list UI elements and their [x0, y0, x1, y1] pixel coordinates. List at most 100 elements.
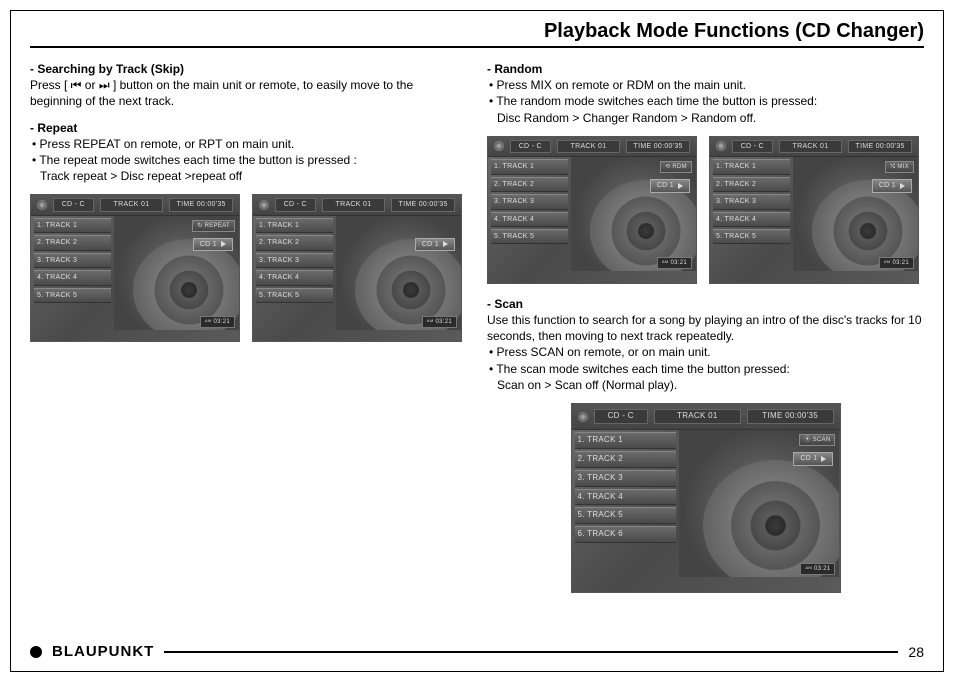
track-row: 1. TRACK 1: [34, 218, 111, 233]
scan-b1: Press SCAN on remote, or on main unit.: [489, 344, 924, 360]
play-icon: [221, 241, 226, 247]
play-icon: [821, 456, 826, 462]
album-art: CD 1 AM03:21: [336, 216, 461, 330]
rdm-badge: ⟲ RDM: [660, 161, 692, 173]
track-row: 2. TRACK 2: [713, 177, 790, 192]
clock: AM03:21: [879, 257, 914, 269]
play-icon: [678, 183, 683, 189]
track-row: 3. TRACK 3: [713, 194, 790, 209]
page-number: 28: [908, 644, 924, 660]
repeat-bullets: Press REPEAT on remote, or RPT on main u…: [32, 136, 467, 168]
disc-icon: [494, 141, 504, 151]
clock: AM03:21: [200, 316, 235, 328]
screenshot-repeat-2: CD - C TRACK 01 TIME 00:00'35 1. TRACK 1…: [252, 194, 462, 342]
scan-b2: The scan mode switches each time the but…: [489, 361, 924, 377]
track-row: 1. TRACK 1: [575, 432, 676, 449]
brand-name: BLAUPUNKT: [52, 643, 154, 660]
cd-badge: CD 1: [650, 179, 690, 192]
track-list: 1. TRACK 1 2. TRACK 2 3. TRACK 3 4. TRAC…: [31, 216, 114, 330]
album-art: ↻ REPEAT CD 1 AM03:21: [114, 216, 239, 330]
track-row: 3. TRACK 3: [491, 194, 568, 209]
time-panel: TIME 00:00'35: [391, 198, 455, 211]
track-row: 5. TRACK 5: [575, 507, 676, 524]
screenshot-scan: CD - C TRACK 01 TIME 00:00'35 1. TRACK 1…: [571, 403, 841, 593]
repeat-b2: The repeat mode switches each time the b…: [32, 152, 467, 168]
track-row: 2. TRACK 2: [34, 235, 111, 250]
disc-icon: [578, 412, 588, 422]
album-art: ⤭ MIX CD 1 AM03:21: [793, 157, 918, 271]
clock: AM03:21: [657, 257, 692, 269]
track-row: 1. TRACK 1: [491, 159, 568, 174]
play-icon: [443, 241, 448, 247]
page-title: Playback Mode Functions (CD Changer): [544, 20, 924, 43]
scan-bullets: Press SCAN on remote, or on main unit. T…: [489, 344, 924, 376]
screenshot-random-2: CD - C TRACK 01 TIME 00:00'35 1. TRACK 1…: [709, 136, 919, 284]
random-heading: - Random: [487, 61, 924, 77]
cd-badge: CD 1: [872, 179, 912, 192]
time-panel: TIME 00:00'35: [169, 198, 233, 211]
track-row: 5. TRACK 5: [34, 288, 111, 303]
track-row: 3. TRACK 3: [34, 253, 111, 268]
track-row: 4. TRACK 4: [575, 489, 676, 506]
track-row: 4. TRACK 4: [713, 212, 790, 227]
track-row: 2. TRACK 2: [491, 177, 568, 192]
track-list: 1. TRACK 1 2. TRACK 2 3. TRACK 3 4. TRAC…: [710, 157, 793, 271]
track-row: 3. TRACK 3: [256, 253, 333, 268]
track-row: 4. TRACK 4: [491, 212, 568, 227]
right-column: - Random Press MIX on remote or RDM on t…: [487, 55, 924, 593]
repeat-heading: - Repeat: [30, 120, 467, 136]
scan-intro: Use this function to search for a song b…: [487, 312, 924, 344]
cd-badge: CD 1: [793, 452, 833, 465]
random-b1: Press MIX on remote or RDM on the main u…: [489, 77, 924, 93]
disc-icon: [716, 141, 726, 151]
clock: AM03:21: [800, 563, 835, 575]
brand-dot-icon: [30, 646, 42, 658]
track-list: 1. TRACK 1 2. TRACK 2 3. TRACK 3 4. TRAC…: [253, 216, 336, 330]
skip-heading: - Searching by Track (Skip): [30, 61, 467, 77]
track-row: 1. TRACK 1: [256, 218, 333, 233]
track-row: 3. TRACK 3: [575, 470, 676, 487]
title-rule: [30, 46, 924, 48]
clock: AM03:21: [422, 316, 457, 328]
skip-text: Press [ ⏮ or ⏭ ] button on the main unit…: [30, 77, 467, 109]
track-row: 1. TRACK 1: [713, 159, 790, 174]
track-row: 5. TRACK 5: [256, 288, 333, 303]
track-row: 6. TRACK 6: [575, 526, 676, 543]
track-panel: TRACK 01: [322, 198, 386, 211]
track-row: 2. TRACK 2: [575, 451, 676, 468]
random-bullets: Press MIX on remote or RDM on the main u…: [489, 77, 924, 109]
play-icon: [900, 183, 905, 189]
random-screenshots: CD - C TRACK 01 TIME 00:00'35 1. TRACK 1…: [487, 136, 924, 284]
scan-badge: ⦿ SCAN: [799, 434, 835, 446]
cd-badge: CD 1: [193, 238, 233, 251]
random-sequence: Disc Random > Changer Random > Random of…: [497, 110, 924, 126]
scan-heading: - Scan: [487, 296, 924, 312]
disc-icon: [259, 200, 269, 210]
repeat-screenshots: CD - C TRACK 01 TIME 00:00'35 1. TRACK 1…: [30, 194, 467, 342]
cd-badge: CD 1: [415, 238, 455, 251]
album-art: ⦿ SCAN CD 1 AM03:21: [679, 430, 840, 577]
scan-sequence: Scan on > Scan off (Normal play).: [497, 377, 924, 393]
track-row: 5. TRACK 5: [491, 229, 568, 244]
track-row: 4. TRACK 4: [34, 270, 111, 285]
track-list: 1. TRACK 1 2. TRACK 2 3. TRACK 3 4. TRAC…: [488, 157, 571, 271]
source-panel: CD - C: [275, 198, 316, 211]
disc-icon: [37, 200, 47, 210]
track-panel: TRACK 01: [100, 198, 164, 211]
content-columns: - Searching by Track (Skip) Press [ ⏮ or…: [30, 55, 924, 593]
repeat-b1: Press REPEAT on remote, or RPT on main u…: [32, 136, 467, 152]
screenshot-repeat: CD - C TRACK 01 TIME 00:00'35 1. TRACK 1…: [30, 194, 240, 342]
footer-rule: [164, 651, 898, 653]
track-row: 4. TRACK 4: [256, 270, 333, 285]
track-row: 5. TRACK 5: [713, 229, 790, 244]
page-footer: BLAUPUNKT 28: [30, 643, 924, 660]
album-art: ⟲ RDM CD 1 AM03:21: [571, 157, 696, 271]
left-column: - Searching by Track (Skip) Press [ ⏮ or…: [30, 55, 467, 593]
repeat-badge: ↻ REPEAT: [192, 220, 235, 232]
screenshot-random-1: CD - C TRACK 01 TIME 00:00'35 1. TRACK 1…: [487, 136, 697, 284]
source-panel: CD - C: [53, 198, 94, 211]
track-list: 1. TRACK 1 2. TRACK 2 3. TRACK 3 4. TRAC…: [572, 430, 679, 577]
track-row: 2. TRACK 2: [256, 235, 333, 250]
random-b2: The random mode switches each time the b…: [489, 93, 924, 109]
mix-badge: ⤭ MIX: [885, 161, 914, 173]
